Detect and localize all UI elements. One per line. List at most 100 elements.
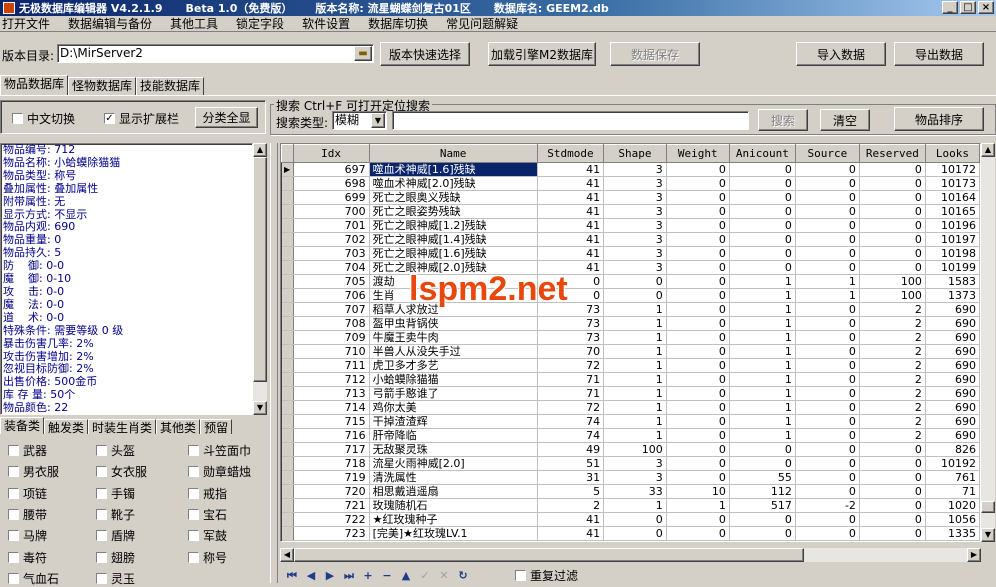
menu-faq[interactable]: 常见问题解疑 [437, 15, 527, 32]
table-cell[interactable]: 10199 [925, 260, 980, 275]
table-cell[interactable]: 49 [537, 442, 605, 457]
table-cell[interactable]: 0 [795, 316, 860, 331]
table-row[interactable]: 707 稻草人求放过 73 1 0 1 0 2 690 [281, 302, 980, 317]
close-icon[interactable]: × [978, 1, 994, 14]
tab-skills[interactable]: 技能数据库 [136, 77, 205, 95]
table-row[interactable]: 711 虎卫多才多艺 72 1 0 1 0 2 690 [281, 358, 980, 373]
table-cell[interactable]: 1 [603, 330, 667, 345]
table-cell[interactable]: 死亡之眼神威[1.4]残缺 [369, 232, 538, 247]
show-ext-box[interactable] [104, 113, 115, 124]
table-cell[interactable]: 0 [795, 176, 860, 191]
table-cell[interactable]: 0 [666, 428, 730, 443]
table-row[interactable]: 698 噬血术神威[2.0]残缺 41 3 0 0 0 0 10173 [281, 176, 980, 191]
show-ext-checkbox[interactable]: 显示扩展栏 [104, 110, 179, 127]
info-scrollbar[interactable]: ▲ ▼ [253, 143, 267, 415]
table-row[interactable]: 702 死亡之眼神威[1.4]残缺 41 3 0 0 0 0 10197 [281, 232, 980, 247]
equip-filter-checkbox[interactable]: 勋章蜡烛 [188, 463, 251, 480]
table-row[interactable]: 719 清洗属性 31 3 0 55 0 0 761 [281, 470, 980, 485]
table-cell[interactable]: 1 [729, 400, 796, 415]
table-cell[interactable]: 706 [293, 288, 370, 303]
table-cell[interactable]: 0 [666, 526, 730, 541]
table-cell[interactable]: 1 [729, 428, 796, 443]
equip-filter-checkbox[interactable]: 军鼓 [188, 527, 227, 544]
table-cell[interactable]: 0 [795, 400, 860, 415]
tab-monsters[interactable]: 怪物数据库 [68, 77, 137, 95]
table-cell[interactable]: 3 [603, 246, 667, 261]
table-cell[interactable]: 1056 [925, 512, 980, 527]
table-cell[interactable]: 0 [859, 498, 926, 513]
table-cell[interactable]: 0 [729, 260, 796, 275]
table-cell[interactable]: 0 [666, 372, 730, 387]
table-cell[interactable]: 1 [795, 274, 860, 289]
table-cell[interactable]: 半兽人从没失手过 [369, 344, 538, 359]
table-cell[interactable]: 690 [925, 400, 980, 415]
table-cell[interactable]: 0 [666, 386, 730, 401]
table-cell[interactable]: 1 [729, 302, 796, 317]
table-cell[interactable]: 0 [859, 442, 926, 457]
folder-icon[interactable]: ▬ [354, 46, 372, 61]
table-cell[interactable]: 0 [729, 512, 796, 527]
table-cell[interactable]: 1373 [925, 288, 980, 303]
table-cell[interactable]: 0 [795, 484, 860, 499]
table-cell[interactable]: 死亡之眼姿势残缺 [369, 204, 538, 219]
table-cell[interactable]: 3 [603, 470, 667, 485]
equip-filter-box[interactable] [96, 487, 107, 499]
equip-filter-checkbox[interactable]: 武器 [8, 442, 47, 459]
scroll-left-icon[interactable]: ◀ [280, 548, 294, 562]
table-cell[interactable]: 0 [795, 302, 860, 317]
equip-filter-box[interactable] [8, 508, 19, 520]
cn-switch-box[interactable] [12, 113, 23, 124]
table-cell[interactable]: 小蛤蟆除猫猫 [369, 372, 538, 387]
table-cell[interactable]: 0 [666, 414, 730, 429]
table-cell[interactable]: 牛魔王卖牛肉 [369, 330, 538, 345]
table-cell[interactable]: 72 [537, 358, 605, 373]
repeat-filter-box[interactable] [515, 570, 526, 581]
table-cell[interactable]: 2 [859, 344, 926, 359]
table-cell[interactable]: 719 [293, 470, 370, 485]
table-cell[interactable]: 721 [293, 498, 370, 513]
equip-filter-checkbox[interactable]: 盾牌 [96, 527, 135, 544]
table-cell[interactable]: 0 [666, 274, 730, 289]
table-cell[interactable]: 697 [293, 162, 370, 177]
column-header[interactable]: Weight [665, 144, 730, 163]
table-cell[interactable]: 3 [603, 190, 667, 205]
equip-filter-box[interactable] [96, 530, 107, 542]
cancel-record-icon[interactable]: ✕ [437, 569, 451, 582]
column-header[interactable]: Source [794, 144, 860, 163]
table-cell[interactable]: 761 [925, 470, 980, 485]
equip-filter-checkbox[interactable]: 宝石 [188, 506, 227, 523]
table-cell[interactable]: 702 [293, 232, 370, 247]
column-header[interactable]: Stdmode [536, 144, 605, 163]
table-cell[interactable]: 707 [293, 302, 370, 317]
equip-filter-box[interactable] [8, 487, 19, 499]
table-cell[interactable]: 死亡之眼神威[1.2]残缺 [369, 218, 538, 233]
table-row[interactable]: 699 死亡之眼奥义残缺 41 3 0 0 0 0 10164 [281, 190, 980, 205]
table-cell[interactable]: 703 [293, 246, 370, 261]
table-cell[interactable]: 无敌聚灵珠 [369, 442, 538, 457]
table-cell[interactable]: 0 [795, 218, 860, 233]
table-row[interactable]: ▶ 697 噬血术神威[1.6]残缺 41 3 0 0 0 0 10172 [281, 162, 980, 177]
table-cell[interactable]: 0 [666, 176, 730, 191]
table-cell[interactable]: 690 [925, 358, 980, 373]
table-cell[interactable]: 74 [537, 428, 605, 443]
table-cell[interactable]: 0 [603, 274, 667, 289]
table-cell[interactable]: 0 [795, 526, 860, 541]
table-cell[interactable]: 0 [729, 218, 796, 233]
table-cell[interactable]: 1 [603, 344, 667, 359]
table-cell[interactable]: 1 [729, 316, 796, 331]
table-cell[interactable]: 715 [293, 414, 370, 429]
column-header[interactable]: Idx [292, 144, 370, 163]
table-cell[interactable]: 5 [537, 484, 605, 499]
table-cell[interactable]: ★红玫瑰种子 [369, 512, 538, 527]
table-cell[interactable]: 3 [603, 218, 667, 233]
prior-record-icon[interactable]: ◀ [304, 569, 318, 582]
grid-vscroll[interactable]: ▲ ▼ [981, 143, 995, 542]
table-cell[interactable]: 0 [729, 246, 796, 261]
grid-scroll-up-icon[interactable]: ▲ [981, 143, 995, 157]
table-cell[interactable]: 10 [666, 484, 730, 499]
table-cell[interactable]: 1 [603, 400, 667, 415]
table-row[interactable]: 703 死亡之眼神威[1.6]残缺 41 3 0 0 0 0 10198 [281, 246, 980, 261]
search-type-select[interactable]: 模糊 ▼ [332, 111, 387, 130]
equip-filter-checkbox[interactable]: 斗笠面巾 [188, 442, 251, 459]
table-cell[interactable]: 死亡之眼奥义残缺 [369, 190, 538, 205]
